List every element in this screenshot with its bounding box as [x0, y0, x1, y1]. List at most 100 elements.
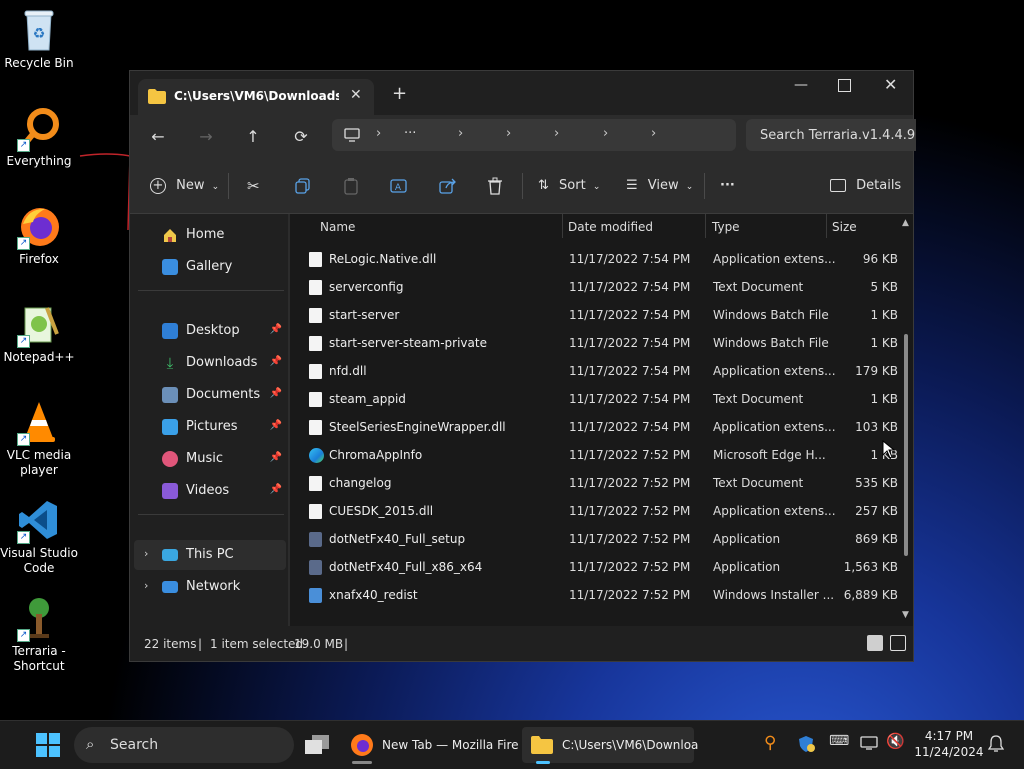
new-button[interactable]: + New ⌄ — [150, 175, 219, 197]
file-size: 6,889 KB — [843, 588, 898, 602]
table-row[interactable]: ReLogic.Native.dll 11/17/2022 7:54 PM Appl… — [290, 246, 900, 274]
desktop-icon-everything[interactable]: ↗ Everything — [0, 106, 78, 169]
more-options-button[interactable]: ··· — [720, 175, 735, 197]
sidebar-item-downloads[interactable]: ⤓ Downloads 📌 — [134, 348, 286, 378]
file-date: 11/17/2022 7:54 PM — [569, 364, 691, 378]
sort-button[interactable]: ⇅ Sort ⌄ — [538, 175, 600, 197]
sidebar-item-desktop[interactable]: Desktop 📌 — [134, 316, 286, 346]
column-header-type[interactable]: Type — [712, 220, 740, 234]
home-icon — [162, 227, 178, 243]
details-view-icon[interactable] — [867, 635, 883, 651]
sidebar-item-network[interactable]: › Network — [134, 572, 286, 602]
table-row[interactable]: serverconfig 11/17/2022 7:54 PM Text Docum… — [290, 274, 900, 302]
table-row[interactable]: start-server 11/17/2022 7:54 PM Windows Ba… — [290, 302, 900, 330]
new-tab-icon[interactable]: + — [392, 83, 407, 104]
notification-bell-icon[interactable] — [988, 735, 1004, 753]
taskbar-search[interactable]: ⌕ Search — [74, 727, 294, 763]
breadcrumb-chevron-icon[interactable]: › — [506, 126, 511, 141]
everything-tray-icon[interactable]: ⚲ — [764, 733, 776, 753]
column-divider[interactable] — [562, 214, 563, 238]
breadcrumb-overflow[interactable]: ··· — [404, 126, 416, 141]
table-row[interactable]: dotNetFx40_Full_x86_x64 11/17/2022 7:52 P… — [290, 554, 900, 582]
taskbar-firefox[interactable]: New Tab — Mozilla Fire — [344, 727, 519, 764]
sidebar-item-documents[interactable]: Documents 📌 — [134, 380, 286, 410]
start-button[interactable] — [34, 727, 64, 763]
network-monitor-icon[interactable] — [860, 736, 878, 750]
keyboard-icon[interactable]: ⌨ — [829, 733, 849, 749]
vertical-scrollbar-thumb[interactable] — [904, 334, 908, 556]
taskbar-file-explorer[interactable]: C:\Users\VM6\Downloa — [522, 727, 698, 764]
close-window-button[interactable]: ✕ — [884, 75, 897, 94]
forward-arrow-icon[interactable]: → — [196, 127, 216, 147]
sidebar-item-pictures[interactable]: Pictures 📌 — [134, 412, 286, 442]
sidebar-item-home[interactable]: Home — [134, 220, 286, 250]
paste-icon[interactable] — [343, 175, 359, 197]
up-arrow-icon[interactable]: ↑ — [243, 127, 263, 147]
address-bar[interactable]: › ··· › › › › › — [332, 119, 736, 151]
details-pane-button[interactable]: Details — [830, 175, 901, 197]
minimize-button[interactable]: — — [794, 77, 808, 93]
shortcut-arrow-icon: ↗ — [17, 531, 30, 544]
sidebar-item-videos[interactable]: Videos 📌 — [134, 476, 286, 506]
table-row[interactable]: steam_appid 11/17/2022 7:54 PM Text Docume… — [290, 386, 900, 414]
desktop-icon-notepad-plus-plus[interactable]: ↗ Notepad++ — [0, 302, 78, 365]
scroll-up-icon[interactable]: ▲ — [902, 218, 909, 228]
table-row[interactable]: dotNetFx40_Full_setup 11/17/2022 7:52 PM A… — [290, 526, 900, 554]
desktop-icon-vlc[interactable]: ↗ VLC media player — [0, 400, 78, 478]
column-header-size[interactable]: Size — [832, 220, 857, 234]
desktop-icon-vscode[interactable]: ↗ Visual Studio Code — [0, 498, 78, 576]
file-type: Application extens... — [713, 364, 836, 378]
breadcrumb-chevron-icon[interactable]: › — [554, 126, 559, 141]
file-type: Application — [713, 532, 781, 546]
clock[interactable]: 4:17 PM 11/24/2024 — [914, 728, 984, 760]
security-shield-icon[interactable] — [797, 735, 815, 753]
column-divider[interactable] — [705, 214, 706, 238]
breadcrumb-chevron-icon[interactable]: › — [651, 126, 656, 141]
rename-icon[interactable]: A — [390, 175, 408, 197]
cut-icon[interactable]: ✂ — [247, 175, 260, 197]
file-list: Name Date modified Type Size ReLogic.Nat… — [290, 214, 913, 632]
document-file-icon — [309, 280, 322, 295]
music-icon — [162, 451, 178, 467]
sidebar-item-music[interactable]: Music 📌 — [134, 444, 286, 474]
search-input[interactable]: Search Terraria.v1.4.4.9.v4 — [746, 119, 916, 151]
maximize-button[interactable] — [838, 79, 851, 92]
sidebar-item-gallery[interactable]: Gallery — [134, 252, 286, 282]
chevron-right-icon[interactable]: › — [144, 579, 148, 592]
desktop-icon-firefox[interactable]: ↗ Firefox — [0, 204, 78, 267]
column-header-name[interactable]: Name — [320, 220, 355, 234]
refresh-icon[interactable]: ⟳ — [291, 127, 311, 147]
firefox-icon — [351, 734, 373, 756]
table-row[interactable]: xnafx40_redist 11/17/2022 7:52 PM Windows … — [290, 582, 900, 610]
table-row[interactable]: CUESDK_2015.dll 11/17/2022 7:52 PM Applica… — [290, 498, 900, 526]
table-row[interactable]: changelog 11/17/2022 7:52 PM Text Document… — [290, 470, 900, 498]
chevron-down-icon: ⌄ — [592, 182, 601, 192]
task-view-button[interactable] — [304, 727, 334, 763]
volume-muted-icon[interactable]: 🔇 — [886, 732, 905, 750]
close-tab-icon[interactable]: ✕ — [350, 87, 362, 103]
explorer-tab[interactable]: C:\Users\VM6\Downloads\Terraria.v1.4.4.9… — [138, 79, 374, 115]
breadcrumb-chevron-icon[interactable]: › — [458, 126, 463, 141]
desktop-icon-terraria[interactable]: ↗ Terraria - Shortcut — [0, 596, 78, 674]
share-icon[interactable] — [439, 175, 457, 197]
table-row[interactable]: SteelSeriesEngineWrapper.dll 11/17/2022 7… — [290, 414, 900, 442]
chevron-right-icon[interactable]: › — [144, 547, 148, 560]
column-divider[interactable] — [826, 214, 827, 238]
table-row[interactable]: start-server-steam-private 11/17/2022 7:5… — [290, 330, 900, 358]
table-row[interactable]: nfd.dll 11/17/2022 7:54 PM Application ext… — [290, 358, 900, 386]
breadcrumb-chevron-icon[interactable]: › — [376, 126, 381, 141]
desktop-icon-recycle-bin[interactable]: ♻ Recycle Bin — [0, 8, 78, 71]
windows-logo-icon — [36, 733, 60, 757]
scroll-down-icon[interactable]: ▼ — [902, 610, 909, 620]
tiles-view-icon[interactable] — [890, 635, 906, 651]
back-arrow-icon[interactable]: ← — [148, 127, 168, 147]
table-row[interactable]: ChromaAppInfo 11/17/2022 7:52 PM Microsoft… — [290, 442, 900, 470]
selection-size: 19.0 MB — [294, 637, 344, 651]
breadcrumb-chevron-icon[interactable]: › — [603, 126, 608, 141]
copy-icon[interactable] — [295, 175, 311, 197]
sidebar-item-this-pc[interactable]: › This PC — [134, 540, 286, 570]
delete-icon[interactable] — [487, 175, 503, 197]
column-header-date[interactable]: Date modified — [568, 220, 653, 234]
view-button[interactable]: ☰ View ⌄ — [626, 175, 693, 197]
file-size: 179 KB — [855, 364, 898, 378]
